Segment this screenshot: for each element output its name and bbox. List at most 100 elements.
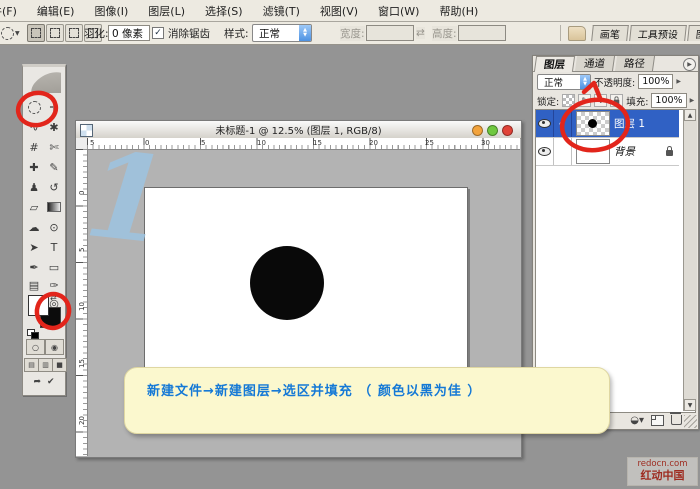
add-selection-button[interactable] xyxy=(46,24,64,42)
layer-name[interactable]: 背景 xyxy=(614,144,635,159)
feather-label: 羽化: xyxy=(84,26,109,41)
fill-label: 填充: xyxy=(626,94,648,108)
style-select[interactable]: 正常 ▲▼ xyxy=(252,24,312,42)
crop-icon: # xyxy=(29,141,38,154)
elliptical-marquee-icon xyxy=(1,27,14,40)
tool-lasso[interactable]: ∿ xyxy=(24,117,44,137)
subtract-selection-icon xyxy=(69,28,79,38)
canvas[interactable] xyxy=(144,187,468,368)
subtract-selection-button[interactable] xyxy=(65,24,83,42)
scroll-up-icon[interactable]: ▲ xyxy=(684,109,696,121)
tool-gradient[interactable] xyxy=(44,197,64,217)
menu-select[interactable]: 选择(S) xyxy=(195,3,253,19)
quick-mask-mode-button[interactable]: ◉ xyxy=(45,339,64,355)
blend-mode-select[interactable]: 正常 ▲▼ xyxy=(537,74,591,90)
maximize-button[interactable] xyxy=(487,125,498,136)
divider xyxy=(560,25,561,41)
resize-grip[interactable] xyxy=(684,415,697,428)
layer-row-layer1[interactable]: ✐ 图层 1 xyxy=(536,110,679,138)
minimize-button[interactable] xyxy=(472,125,483,136)
fill-value[interactable]: 100% xyxy=(651,93,686,108)
palette-well-tab-tool-presets[interactable]: 工具预设 xyxy=(629,25,687,41)
tool-blur[interactable]: ☁ xyxy=(24,217,44,237)
ruler-number: 10 xyxy=(257,139,266,147)
tool-notes[interactable]: ▤ xyxy=(24,275,44,295)
delete-layer-button[interactable] xyxy=(671,415,682,425)
lock-all-icon[interactable] xyxy=(610,94,623,107)
menu-edit[interactable]: 编辑(E) xyxy=(27,3,85,19)
tool-brush[interactable]: ✎ xyxy=(44,157,64,177)
menu-view[interactable]: 视图(V) xyxy=(310,3,368,19)
visibility-toggle[interactable] xyxy=(536,138,554,165)
antialias-checkbox[interactable]: ✓ xyxy=(152,27,164,39)
menu-help[interactable]: 帮助(H) xyxy=(429,3,488,19)
scroll-down-icon[interactable]: ▼ xyxy=(684,399,696,411)
tool-history-brush[interactable]: ↺ xyxy=(44,177,64,197)
palette-well-tab-layer-comps[interactable]: 图层复 xyxy=(687,25,700,41)
gradient-icon xyxy=(47,202,61,212)
close-button[interactable] xyxy=(502,125,513,136)
tool-healing-brush[interactable]: ✚ xyxy=(24,157,44,177)
new-selection-button[interactable] xyxy=(27,24,45,42)
layer-thumbnail[interactable] xyxy=(576,139,610,164)
lock-transparency-icon[interactable] xyxy=(562,94,575,107)
lock-pixels-icon[interactable]: ✎ xyxy=(578,94,591,107)
standard-mode-button[interactable]: ○ xyxy=(26,339,45,355)
tool-pen[interactable]: ✒ xyxy=(24,257,44,277)
palette-scrollbar[interactable]: ▲ ▼ xyxy=(683,109,697,411)
tool-elliptical-marquee[interactable] xyxy=(24,97,44,117)
layer-thumbnail[interactable] xyxy=(576,111,610,136)
fullscreen-menubar-button[interactable]: ▥ xyxy=(38,358,53,372)
opacity-value[interactable]: 100% xyxy=(638,74,673,89)
palette-menu-button[interactable]: ▶ xyxy=(683,58,696,71)
palette-well-tab-brushes[interactable]: 画笔 xyxy=(591,25,629,41)
tab-paths[interactable]: 路径 xyxy=(615,56,655,71)
tool-preset-picker[interactable]: ▼ xyxy=(1,22,23,44)
new-layer-button[interactable] xyxy=(651,415,664,426)
tool-dodge[interactable]: ⊙ xyxy=(44,217,64,237)
brush-file-icon[interactable] xyxy=(568,26,586,41)
menu-filter[interactable]: 滤镜(T) xyxy=(253,3,310,19)
tab-channels[interactable]: 通道 xyxy=(575,56,615,71)
layer-name[interactable]: 图层 1 xyxy=(614,116,645,131)
tool-magic-wand[interactable]: ✱ xyxy=(44,117,64,137)
visibility-toggle[interactable] xyxy=(536,110,554,137)
foreground-color-swatch[interactable] xyxy=(28,295,49,316)
menu-file[interactable]: 文件(F) xyxy=(0,3,27,19)
brush-icon: ✐ xyxy=(559,119,567,129)
swap-colors-icon[interactable]: ⇄ xyxy=(50,293,57,302)
tool-move[interactable]: ✛ xyxy=(44,97,64,117)
slider-arrow-icon[interactable]: ▶ xyxy=(676,78,681,85)
tool-crop[interactable]: # xyxy=(24,137,44,157)
tool-path-selection[interactable]: ➤ xyxy=(24,237,44,257)
layer-row-background[interactable]: 背景 xyxy=(536,138,679,166)
standard-screen-button[interactable]: ▤ xyxy=(24,358,39,372)
slider-arrow-icon[interactable]: ▶ xyxy=(690,97,695,104)
tool-eraser[interactable]: ▱ xyxy=(24,197,44,217)
tool-shape[interactable]: ▭ xyxy=(44,257,64,277)
lock-position-icon[interactable]: ✛ xyxy=(594,94,607,107)
swap-dimensions-icon: ⇄ xyxy=(416,27,425,39)
black-dot-thumbnail xyxy=(588,119,597,128)
tool-clone-stamp[interactable]: ♟ xyxy=(24,177,44,197)
watermark: redocn.com 红动中国 xyxy=(627,457,698,486)
menu-image[interactable]: 图像(I) xyxy=(84,3,138,19)
fullscreen-button[interactable]: ■ xyxy=(52,358,67,372)
tool-eyedropper[interactable]: ✑ xyxy=(44,275,64,295)
tool-type[interactable]: T xyxy=(44,237,64,257)
feather-input[interactable]: 0 像素 xyxy=(108,25,150,41)
menu-window[interactable]: 窗口(W) xyxy=(368,3,429,19)
menu-layer[interactable]: 图层(L) xyxy=(138,3,195,19)
move-icon: ✛ xyxy=(49,101,58,114)
antialias-label: 消除锯齿 xyxy=(168,26,210,41)
style-select-value: 正常 xyxy=(253,25,299,41)
tab-layers[interactable]: 图层 xyxy=(534,56,575,72)
tool-slice[interactable]: ✄ xyxy=(44,137,64,157)
edit-in-imageready-button[interactable]: ➦ ✔ xyxy=(27,375,61,389)
add-selection-icon xyxy=(50,28,60,38)
adjustment-layer-button[interactable]: ◒▾ xyxy=(630,415,644,426)
tutorial-note-text: 新建文件→新建图层→选区并填充 （ 颜色以黑为佳 ） xyxy=(147,380,481,399)
lock-icon xyxy=(666,150,673,156)
check-icon: ✔ xyxy=(47,377,55,387)
default-colors-icon[interactable] xyxy=(27,329,38,338)
